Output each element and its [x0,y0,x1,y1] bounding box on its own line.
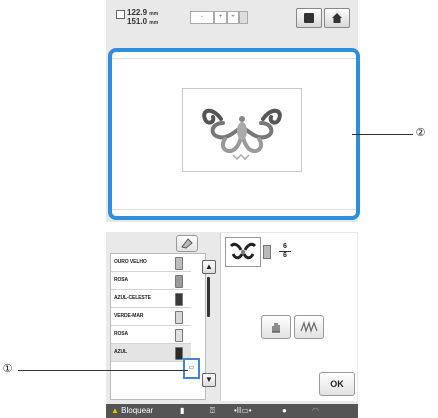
height-value: 151.0 [127,17,148,26]
scroll-up-button[interactable]: ▲ [202,260,216,274]
stitch-trace-button[interactable] [294,315,324,339]
section-preview-icon [229,242,257,260]
embroidery-design[interactable] [182,88,302,172]
frame-size-indicator: - + + [190,11,248,24]
lock-button[interactable]: ▲ Bloquear [111,406,153,416]
butterfly-design-image [202,108,282,161]
preview-divider-top [112,58,356,59]
frame-size-1: - [190,11,214,24]
callout-2-line [352,134,414,135]
thread-tension-icon[interactable]: •II▭• [234,406,252,416]
frame-size-2: + [214,11,227,24]
status-bar: ▲ Bloquear ▮ ⍰ •II▭• ● ◠ [106,404,358,418]
thread-name: OURO VELHO [114,259,147,265]
list-item[interactable]: VERDE-MAR [111,308,191,326]
frame-size-3: + [227,11,239,24]
ok-button[interactable]: OK [319,372,355,396]
frame-display-button[interactable] [296,8,322,28]
current-spool-icon [263,245,271,259]
skip-color-button[interactable]: ▭ [183,358,200,379]
wireless-icon[interactable]: ◠ [312,406,319,416]
top-screen: 122.9 mm 151.0 mm - + + [106,0,360,222]
palette-icon [181,238,193,249]
thread-spool-icon [175,347,183,360]
help-icon[interactable]: ⍰ [210,406,215,416]
stitch-icon [300,320,318,334]
thread-spool-icon [175,293,183,306]
width-value: 122.9 [127,8,148,17]
thread-list-scrollbar[interactable]: ▲ ▼ [202,260,216,402]
list-item-selected[interactable]: AZUL [111,344,191,362]
home-icon [332,13,342,23]
callout-1-line [18,370,188,371]
size-icon [116,10,125,19]
color-section-thumbnail [225,237,261,267]
sewing-control-pane: 6 6 OK [220,233,357,401]
thread-name: VERDE-MAR [114,313,144,319]
list-item[interactable]: ROSA [111,272,191,290]
thread-spool-icon [175,275,183,288]
scroll-down-button[interactable]: ▼ [202,373,216,387]
thread-name: AZUL [114,349,127,355]
lock-label: Bloquear [121,406,154,415]
square-icon [304,13,314,23]
thread-spool-icon [175,329,183,342]
document-icon[interactable]: ▮ [180,406,184,416]
thread-spool-icon [175,257,183,270]
thread-spool-icon [175,311,183,324]
callout-1: ① [0,362,15,377]
counter-total: 6 [283,252,287,259]
scroll-thumb[interactable] [207,277,210,317]
thread-name: ROSA [114,277,129,283]
list-item[interactable]: OURO VELHO [111,254,191,272]
embroidery-preview [108,48,360,220]
color-counter: 6 6 [279,243,291,260]
palette-button[interactable] [176,235,198,252]
list-item[interactable]: AZUL-CELESTE [111,290,191,308]
warning-icon: ▲ [111,406,119,415]
callout-2: ② [413,126,428,141]
home-button[interactable] [324,8,350,28]
preview-divider-bottom [112,209,356,210]
hand-icon [272,323,280,333]
thread-name: AZUL-CELESTE [114,295,151,301]
bottom-screen: OURO VELHO ROSA AZUL-CELESTE VERDE-MAR R… [106,232,358,418]
list-item[interactable]: ROSA [111,326,191,344]
counter-current: 6 [283,243,287,250]
manual-stitch-button[interactable] [261,315,291,339]
frame-size-4 [239,11,248,24]
thread-name: ROSA [114,331,129,337]
settings-icon[interactable]: ● [282,406,287,416]
